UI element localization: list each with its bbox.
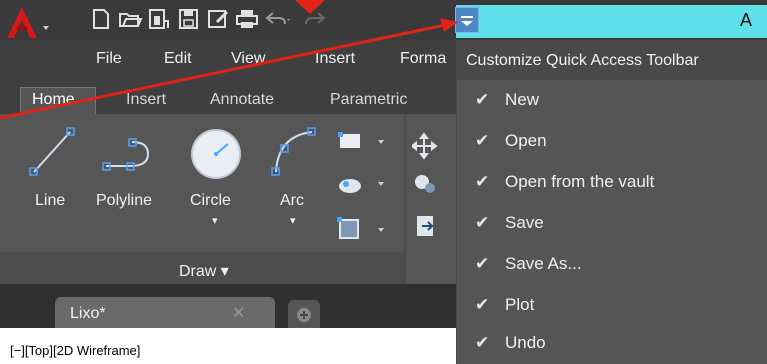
file-tab-name: Lixo* xyxy=(70,305,106,322)
menu-item-save-as[interactable]: ✔ Save As... xyxy=(456,244,767,285)
application-menu-button[interactable] xyxy=(3,4,51,40)
dropdown-menu-icon xyxy=(461,16,473,26)
menu-item-label: Save xyxy=(505,213,544,232)
qat-menu-title: Customize Quick Access Toolbar xyxy=(466,52,699,69)
modify-tools-partial[interactable] xyxy=(410,130,452,250)
check-icon: ✔ xyxy=(475,90,490,109)
autocad-logo-icon xyxy=(3,4,49,40)
region-icon xyxy=(337,217,384,239)
hatch-tool-button[interactable] xyxy=(334,172,390,196)
menu-item-undo[interactable]: ✔ Undo xyxy=(456,323,767,364)
circle-icon xyxy=(191,129,241,179)
check-icon: ✔ xyxy=(475,295,490,314)
move-copy-stretch-icons xyxy=(410,132,438,236)
line-label: Line xyxy=(35,192,66,209)
check-icon: ✔ xyxy=(475,333,490,352)
polyline-tool-button[interactable] xyxy=(100,122,160,182)
menu-item-open[interactable]: ✔ Open xyxy=(456,121,767,162)
menu-item-label: Open xyxy=(505,131,547,150)
window-title: A xyxy=(740,10,753,30)
check-icon: ✔ xyxy=(475,213,490,232)
menu-item-save[interactable]: ✔ Save xyxy=(456,203,767,244)
region-tool-button[interactable] xyxy=(334,216,390,242)
qat-customize-dropdown-button[interactable] xyxy=(455,7,479,33)
menu-bar xyxy=(0,40,456,80)
menu-item-open-from-vault[interactable]: ✔ Open from the vault xyxy=(456,162,767,203)
tab-parametric[interactable]: Parametric xyxy=(330,91,407,109)
undo-icon[interactable] xyxy=(264,7,290,31)
menu-item-label: Save As... xyxy=(505,254,582,273)
menu-item-label: Plot xyxy=(505,295,535,314)
menu-item-label: Undo xyxy=(505,333,546,352)
menu-format[interactable]: Forma xyxy=(400,50,446,68)
hatch-icon xyxy=(339,179,384,193)
redo-icon[interactable] xyxy=(303,7,329,31)
plus-icon xyxy=(297,308,311,322)
plot-icon[interactable] xyxy=(234,7,260,31)
menu-item-plot[interactable]: ✔ Plot xyxy=(456,285,767,326)
viewport-controls-label[interactable]: [−][Top][2D Wireframe] xyxy=(10,343,140,358)
line-tool-button[interactable] xyxy=(26,122,78,182)
save-as-icon[interactable] xyxy=(205,7,231,31)
open-from-vault-icon[interactable] xyxy=(146,7,172,31)
menu-item-label: Open from the vault xyxy=(505,172,655,191)
arc-icon xyxy=(271,127,316,176)
menu-item-label: New xyxy=(505,90,540,109)
arc-dropdown-arrow[interactable]: ▾ xyxy=(290,214,296,227)
menu-view[interactable]: View xyxy=(231,50,265,68)
ribbon-separator xyxy=(404,114,406,284)
polyline-label: Polyline xyxy=(96,192,153,209)
rectangle-tool-button[interactable] xyxy=(334,130,390,154)
close-tab-icon[interactable]: ✕ xyxy=(232,303,245,323)
menu-edit[interactable]: Edit xyxy=(164,50,192,68)
new-icon[interactable] xyxy=(88,7,114,31)
tab-home[interactable]: Home xyxy=(32,91,75,109)
check-icon: ✔ xyxy=(475,254,490,273)
arc-label: Arc xyxy=(280,192,304,209)
polyline-icon xyxy=(102,138,150,171)
new-tab-button[interactable] xyxy=(288,300,320,328)
open-icon[interactable] xyxy=(117,7,143,31)
save-icon[interactable] xyxy=(176,7,202,31)
circle-dropdown-arrow[interactable]: ▾ xyxy=(212,214,218,227)
check-icon: ✔ xyxy=(475,172,490,191)
line-icon xyxy=(29,127,75,176)
menu-file[interactable]: File xyxy=(96,50,122,68)
check-icon: ✔ xyxy=(475,131,490,150)
menu-item-new[interactable]: ✔ New xyxy=(456,80,767,121)
tab-insert[interactable]: Insert xyxy=(126,91,166,109)
circle-label: Circle xyxy=(190,192,231,209)
draw-panel-label[interactable]: Draw ▾ xyxy=(179,261,229,281)
menu-insert[interactable]: Insert xyxy=(315,50,355,68)
title-bar-highlight xyxy=(456,5,767,38)
rectangle-icon xyxy=(338,132,384,148)
arc-tool-button[interactable] xyxy=(266,122,322,182)
circle-tool-button[interactable] xyxy=(186,124,246,184)
tab-annotate[interactable]: Annotate xyxy=(210,91,274,109)
